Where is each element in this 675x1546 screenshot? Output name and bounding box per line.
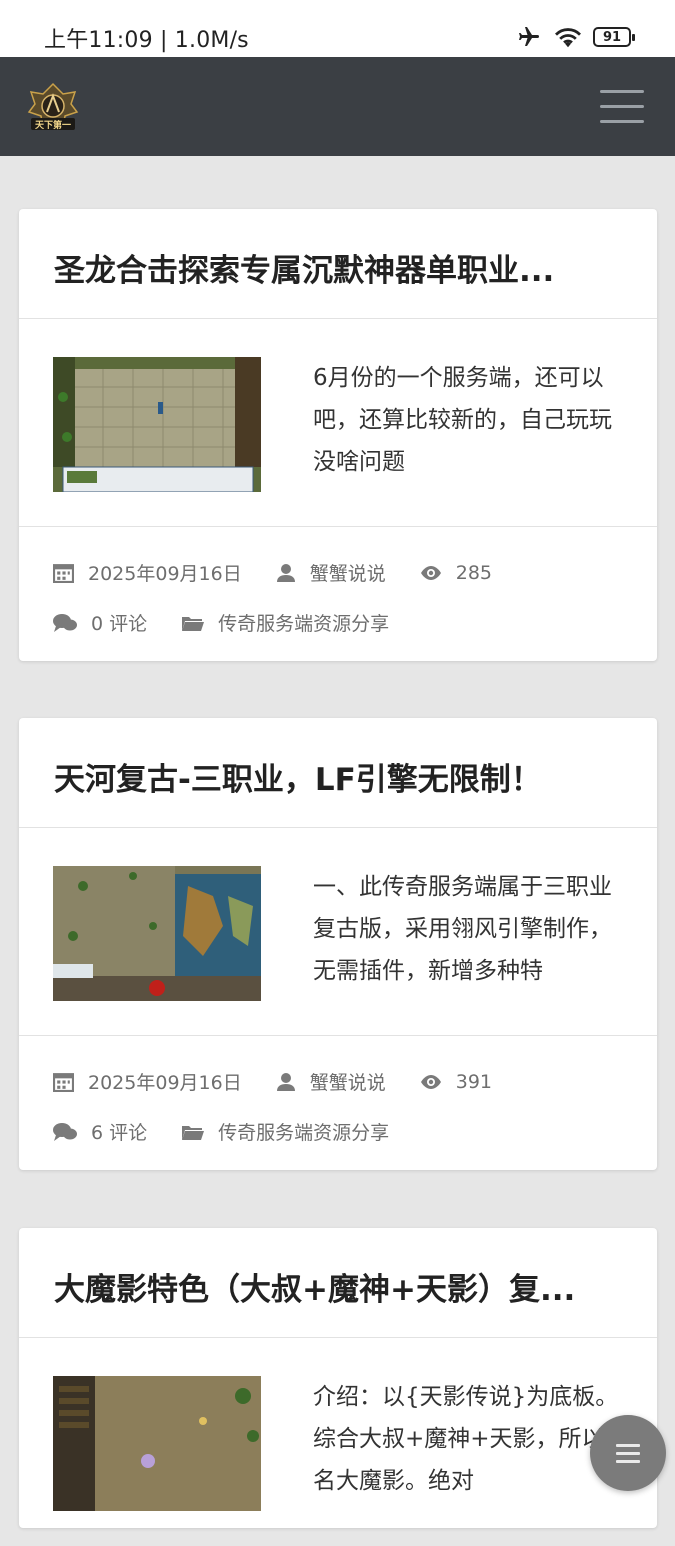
folder-icon — [182, 1125, 205, 1140]
meta-row: 0 评论 传奇服务端资源分享 — [53, 609, 423, 636]
post-views: 285 — [420, 562, 492, 584]
user-icon — [276, 563, 295, 582]
comments-icon — [53, 613, 77, 632]
comments-icon — [53, 1122, 77, 1141]
category-text: 传奇服务端资源分享 — [218, 613, 390, 635]
post-category[interactable]: 传奇服务端资源分享 — [181, 609, 389, 636]
date-text: 2025年09月16日 — [88, 1072, 242, 1094]
post-excerpt: 一、此传奇服务端属于三职业复古版，采用翎风引擎制作，无需插件，新增多种特 — [313, 874, 612, 984]
meta-row: 2025年09月16日 蟹蟹说说 391 — [53, 1068, 526, 1095]
author-text: 蟹蟹说说 — [309, 563, 386, 585]
views-text: 391 — [455, 1070, 492, 1093]
site-header: 天下第一 — [0, 57, 675, 156]
battery-icon: 91 — [593, 27, 635, 47]
post-thumbnail[interactable] — [53, 866, 261, 1001]
menu-icon-line — [600, 120, 644, 123]
post-meta: 2025年09月16日 蟹蟹说说 285 0 评论 传奇服务端资源分享 — [19, 527, 657, 661]
battery-level: 91 — [602, 29, 622, 45]
author-text: 蟹蟹说说 — [309, 1072, 386, 1094]
menu-icon-line — [616, 1443, 640, 1447]
wifi-icon — [555, 28, 581, 48]
post-thumbnail[interactable] — [53, 1376, 261, 1511]
post-card: 大魔影特色（大叔+魔神+天影）复... 介绍：以{天影传说}为底板。综合大叔+魔… — [19, 1228, 657, 1528]
user-icon — [276, 1072, 295, 1091]
folder-icon — [182, 616, 205, 631]
logo-text: 天下第一 — [35, 119, 71, 131]
post-thumbnail[interactable] — [53, 357, 261, 492]
post-views: 391 — [420, 1071, 492, 1093]
post-title[interactable]: 天河复古-三职业，LF引擎无限制！ — [19, 718, 657, 828]
post-body: 一、此传奇服务端属于三职业复古版，采用翎风引擎制作，无需插件，新增多种特 — [19, 828, 657, 1036]
category-text: 传奇服务端资源分享 — [218, 1122, 390, 1144]
post-title[interactable]: 大魔影特色（大叔+魔神+天影）复... — [19, 1228, 657, 1338]
airplane-icon — [519, 27, 539, 46]
post-date: 2025年09月16日 — [53, 559, 242, 586]
date-text: 2025年09月16日 — [88, 563, 242, 585]
eye-icon — [420, 565, 441, 580]
menu-icon-line — [600, 90, 644, 93]
menu-icon-line — [600, 105, 644, 108]
calendar-icon — [53, 564, 74, 583]
status-icons: 91 — [515, 22, 635, 52]
post-date: 2025年09月16日 — [53, 1068, 242, 1095]
post-category[interactable]: 传奇服务端资源分享 — [181, 1118, 389, 1145]
post-comments[interactable]: 0 评论 — [53, 609, 147, 636]
post-title[interactable]: 圣龙合击探索专属沉默神器单职业... — [19, 209, 657, 319]
post-excerpt: 6月份的一个服务端，还可以吧，还算比较新的，自己玩玩没啥问题 — [313, 365, 612, 475]
views-text: 285 — [455, 561, 492, 584]
eye-icon — [420, 1074, 441, 1089]
post-meta: 2025年09月16日 蟹蟹说说 391 6 评论 传奇服务端资源分享 — [19, 1036, 657, 1170]
post-card: 圣龙合击探索专属沉默神器单职业... 6月份的一个服务端，还可以吧，还算比较新的… — [19, 209, 657, 661]
menu-icon-line — [616, 1451, 640, 1455]
meta-row: 6 评论 传奇服务端资源分享 — [53, 1118, 423, 1145]
post-card: 天河复古-三职业，LF引擎无限制！ 一、此传奇服务端属于三职业复古版，采用翎风引… — [19, 718, 657, 1170]
meta-row: 2025年09月16日 蟹蟹说说 285 — [53, 559, 526, 586]
post-excerpt: 介绍：以{天影传说}为底板。综合大叔+魔神+天影，所以起名大魔影。绝对 — [313, 1384, 628, 1494]
comments-text: 6 评论 — [91, 1122, 148, 1144]
menu-icon-line — [616, 1459, 640, 1463]
post-body: 6月份的一个服务端，还可以吧，还算比较新的，自己玩玩没啥问题 — [19, 319, 657, 527]
post-author[interactable]: 蟹蟹说说 — [276, 1068, 386, 1095]
post-comments[interactable]: 6 评论 — [53, 1118, 147, 1145]
post-body: 介绍：以{天影传说}为底板。综合大叔+魔神+天影，所以起名大魔影。绝对 — [19, 1338, 657, 1546]
calendar-icon — [53, 1073, 74, 1092]
status-time: 上午11:09 | 1.0M/s — [44, 28, 249, 53]
comments-text: 0 评论 — [91, 613, 148, 635]
post-author[interactable]: 蟹蟹说说 — [276, 559, 386, 586]
menu-button[interactable] — [600, 90, 644, 124]
site-logo[interactable]: 天下第一 — [27, 82, 79, 134]
status-bar: 上午11:09 | 1.0M/s 91 — [0, 0, 675, 57]
floating-menu-button[interactable] — [590, 1415, 666, 1491]
